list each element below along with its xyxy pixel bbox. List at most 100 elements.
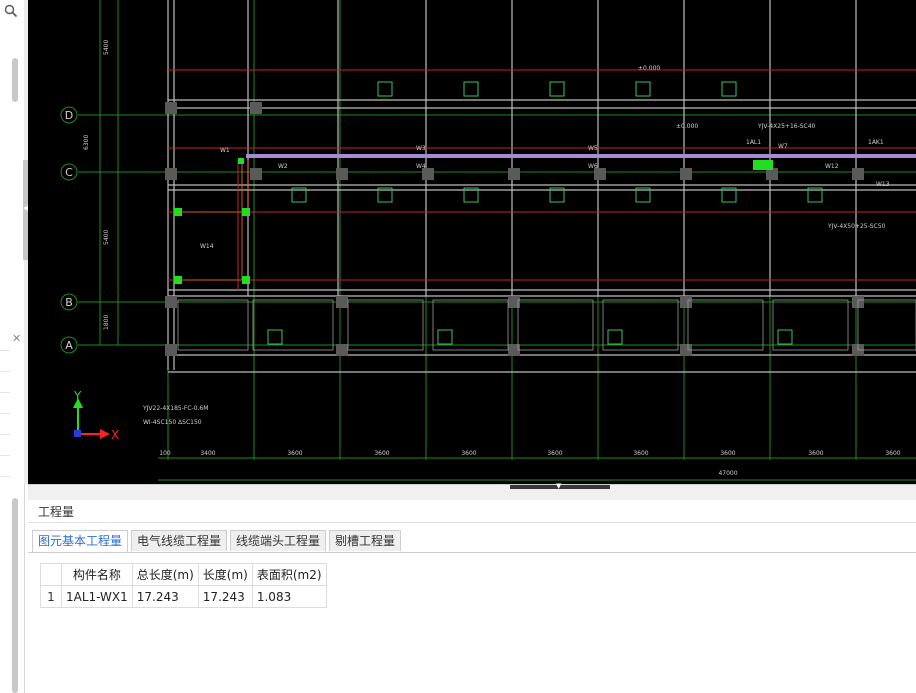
tab-basic-quantity[interactable]: 图元基本工程量	[32, 530, 129, 553]
chevron-down-icon: ▼	[556, 482, 562, 490]
cad-element	[174, 276, 182, 284]
total-dim: 47000	[718, 470, 737, 477]
cad-element	[100, 429, 110, 439]
grid-label-b: B	[65, 296, 73, 309]
bottom-dim: 3600	[287, 450, 302, 457]
cad-element	[347, 299, 424, 351]
left-list-scrollbar[interactable]	[12, 498, 18, 693]
quantity-panel: 工程量 图元基本工程量 电气线缆工程量 线缆端头工程量 剔槽工程量 构件名称 总…	[28, 500, 916, 693]
table-header-row: 构件名称 总长度(m) 长度(m) 表面积(m2)	[40, 563, 327, 586]
splitter-grip[interactable]: ▼	[510, 482, 610, 490]
cable-note: YJV-4X50+25-SC50	[827, 223, 886, 230]
table-cell[interactable]: 17.243	[197, 585, 253, 608]
dimension-lines	[158, 457, 916, 481]
cad-element	[336, 344, 348, 356]
bottom-dim: 3400	[200, 450, 215, 457]
bottom-dim: 3600	[808, 450, 823, 457]
room-label: W4	[416, 163, 426, 170]
cad-element	[250, 102, 262, 114]
bottom-dim: 3600	[547, 450, 562, 457]
column-header[interactable]: 长度(m)	[197, 563, 253, 586]
panel-1al1-symbol	[753, 160, 773, 170]
ucs-axis-indicator: Y X	[73, 389, 119, 442]
close-icon[interactable]: ✕	[12, 333, 21, 344]
cad-drawing-canvas[interactable]: D C B A 5400 6300 5400 1800 100 3400 360…	[28, 0, 916, 484]
tab-cable-terminal-quantity[interactable]: 线缆端头工程量	[230, 530, 327, 551]
bottom-dim: 3600	[885, 450, 900, 457]
bottom-dim: 3600	[633, 450, 648, 457]
table-row[interactable]: 1 1AL1-WX1 17.243 17.243 1.083	[40, 585, 327, 608]
cad-element: 5400 6300 5400 1800	[83, 40, 110, 330]
elevation-label: ±0.000	[638, 65, 660, 72]
cad-element	[74, 430, 81, 437]
room-label: W3	[416, 145, 426, 152]
cad-element	[852, 168, 864, 180]
column-header[interactable]: 表面积(m2)	[251, 563, 327, 586]
cad-element	[377, 81, 393, 97]
quantity-table: 构件名称 总长度(m) 长度(m) 表面积(m2) 1 1AL1-WX1 17.…	[40, 563, 327, 608]
room-label: W6	[588, 163, 598, 170]
cad-element: W1 W2 W3 W4 W5 W6 W7 W12 W13 W14	[200, 143, 890, 250]
left-dim: 5400	[103, 230, 110, 245]
room-label: W1	[220, 147, 230, 154]
column-header[interactable]: 构件名称	[61, 563, 133, 586]
cad-element	[165, 102, 177, 114]
toilet-partitions	[177, 299, 916, 351]
cad-element	[680, 296, 692, 308]
bottom-dim: 3600	[720, 450, 735, 457]
divider	[28, 552, 916, 553]
cad-element: D C B A	[65, 109, 73, 352]
cad-element	[60, 106, 78, 354]
cad-element	[267, 329, 283, 345]
wall-outlines	[167, 0, 916, 373]
cad-element	[165, 168, 177, 180]
tab-cable-quantity[interactable]: 电气线缆工程量	[131, 530, 228, 551]
axis-y-label: Y	[73, 389, 82, 403]
cad-element	[437, 329, 453, 345]
grid-label-a: A	[65, 339, 73, 352]
bottom-dim: 100	[159, 450, 171, 457]
cad-element	[336, 296, 348, 308]
search-icon[interactable]	[2, 2, 20, 20]
cad-element: 1AL1 1AK1 ±0.000 ±0.000	[638, 65, 884, 146]
room-label: W5	[588, 145, 598, 152]
column-header[interactable]: 总长度(m)	[131, 563, 199, 586]
left-dim: 1800	[103, 315, 110, 330]
room-label: W14	[200, 243, 214, 250]
row-number-header	[40, 563, 62, 586]
cad-element	[517, 299, 594, 351]
grid-label-d: D	[65, 109, 73, 122]
tab-groove-quantity[interactable]: 剔槽工程量	[329, 530, 402, 551]
divider	[0, 455, 10, 456]
cad-element	[508, 168, 520, 180]
red-wiring	[168, 69, 916, 290]
cad-element	[635, 81, 651, 97]
cad-element	[857, 299, 916, 351]
panel-label-1ak1: 1AK1	[868, 139, 884, 146]
light-fixtures	[267, 81, 823, 345]
divider	[0, 413, 10, 414]
panel-title: 工程量	[38, 505, 75, 519]
cad-element	[772, 299, 849, 351]
panel-label-1al1: 1AL1	[746, 139, 761, 146]
divider	[28, 522, 916, 523]
table-cell[interactable]: 17.243	[131, 585, 199, 608]
grid-label-c: C	[65, 166, 73, 179]
divider	[0, 392, 10, 393]
axis-x-label: X	[111, 428, 119, 442]
cad-element	[680, 168, 692, 180]
cad-element	[238, 158, 244, 164]
cad-element	[174, 208, 182, 216]
horizontal-splitter[interactable]: ▼	[28, 482, 916, 501]
cad-element	[721, 81, 737, 97]
left-panel-scrollbar[interactable]	[12, 58, 18, 102]
cad-element	[777, 329, 793, 345]
row-number: 1	[40, 585, 62, 608]
table-cell[interactable]: 1AL1-WX1	[61, 585, 133, 608]
table-cell[interactable]: 1.083	[251, 585, 327, 608]
divider	[0, 371, 10, 372]
room-label: W13	[876, 181, 890, 188]
axis-grid-lines	[78, 0, 916, 460]
bottom-dim: 3600	[461, 450, 476, 457]
left-dim: 5400	[103, 40, 110, 55]
